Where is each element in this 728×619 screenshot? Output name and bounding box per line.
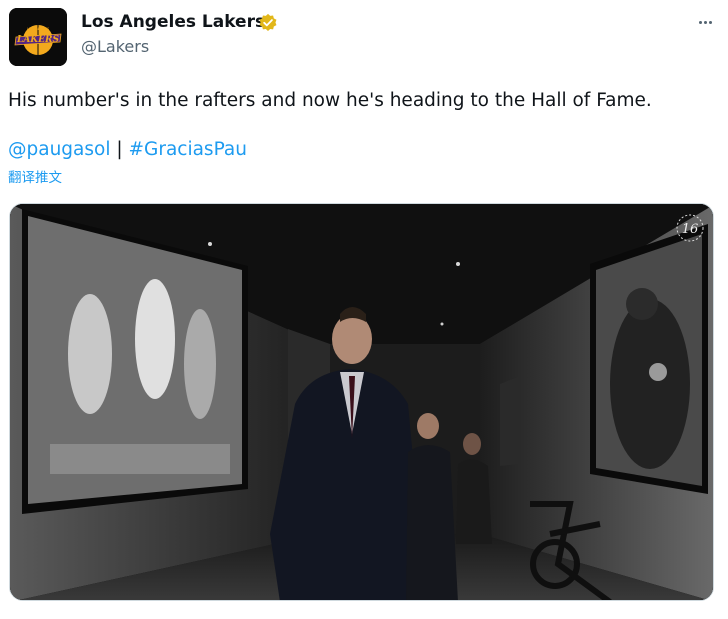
verified-badge-icon[interactable] bbox=[258, 13, 278, 33]
author-name[interactable]: Los Angeles Lakers bbox=[81, 12, 265, 32]
hashtag-link[interactable]: #GraciasPau bbox=[129, 139, 247, 160]
mention-link[interactable]: @paugasol bbox=[8, 139, 110, 160]
separator: | bbox=[116, 139, 123, 160]
translate-tweet-link[interactable]: 翻译推文 bbox=[8, 166, 62, 186]
tweet-links: @paugasol | #GraciasPau bbox=[8, 139, 247, 160]
video-frame: 16 bbox=[10, 204, 713, 600]
more-options-button[interactable] bbox=[692, 13, 718, 31]
lakers-logo-icon: LAKERS LOS ANGELES bbox=[9, 8, 67, 66]
author-handle[interactable]: @Lakers bbox=[81, 37, 149, 56]
tweet-text: His number's in the rafters and now he's… bbox=[8, 90, 652, 111]
more-horizontal-icon-dot bbox=[703, 20, 707, 24]
avatar-logo-subtext: LOS ANGELES bbox=[27, 27, 49, 31]
more-horizontal-icon bbox=[698, 20, 702, 24]
tweet-card: LAKERS LOS ANGELES Los Angeles Lakers @L… bbox=[0, 0, 728, 619]
more-horizontal-icon-dot bbox=[708, 20, 712, 24]
video-watermark: 16 bbox=[682, 222, 699, 237]
avatar[interactable]: LAKERS LOS ANGELES bbox=[9, 8, 67, 66]
video-media[interactable]: 16 bbox=[9, 203, 714, 601]
avatar-logo-text: LAKERS bbox=[16, 35, 59, 45]
